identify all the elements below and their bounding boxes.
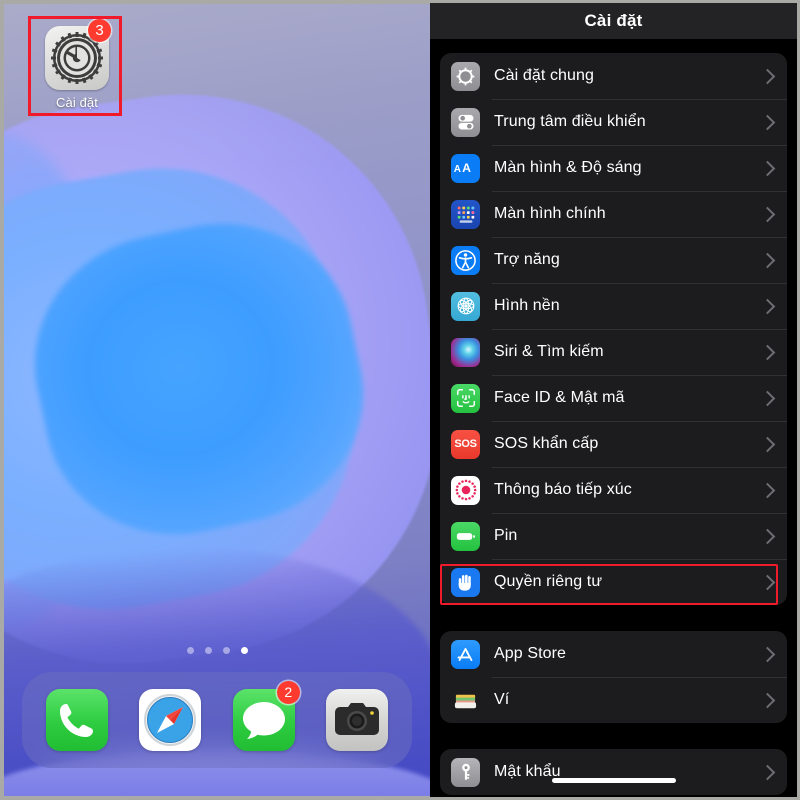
settings-row-label: Pin <box>494 527 518 544</box>
chevron-right-icon <box>759 68 776 84</box>
settings-row-wallpaper[interactable]: Hình nền <box>440 283 787 329</box>
settings-row-label: Ví <box>494 691 510 708</box>
dock: 2 <box>22 672 412 768</box>
chevron-right-icon <box>759 298 776 314</box>
chevron-right-icon <box>759 160 776 176</box>
chevron-right-icon <box>759 692 776 708</box>
app-grid-icon <box>451 199 480 229</box>
flower-icon <box>451 291 480 321</box>
settings-row-label: Màn hình chính <box>494 205 606 222</box>
settings-group-2: App Store Ví <box>440 631 787 723</box>
phone-icon <box>59 704 93 737</box>
settings-row-accessibility[interactable]: Trợ năng <box>440 237 787 283</box>
dock-app-phone[interactable] <box>45 689 108 751</box>
gear-icon <box>451 61 480 91</box>
page-title: Cài đặt <box>584 11 643 30</box>
compass-icon <box>144 694 197 746</box>
settings-row-privacy[interactable]: Quyền riêng tư <box>440 559 787 605</box>
face-id-icon <box>451 383 480 413</box>
camera-icon <box>335 703 380 735</box>
raised-hand-icon <box>451 567 480 597</box>
aa-text-size-icon: AA <box>451 153 480 183</box>
svg-text:A: A <box>453 164 460 175</box>
settings-row-app-store[interactable]: App Store <box>440 631 787 677</box>
page-dot-2[interactable] <box>204 647 212 654</box>
exposure-dot-icon <box>451 475 480 505</box>
settings-row-label: Trợ năng <box>494 251 560 268</box>
settings-row-label: App Store <box>494 645 567 662</box>
home-app-settings[interactable]: 3 Cài đặt <box>37 19 117 110</box>
settings-list[interactable]: Cài đặt chung Trung tâm điều khiển AA Mà… <box>430 39 797 797</box>
settings-row-label: Trung tâm điều khiển <box>494 113 646 130</box>
wallet-icon <box>451 685 480 715</box>
sos-label: SOS <box>454 438 477 450</box>
battery-icon <box>451 521 480 551</box>
app-badge-count: 3 <box>88 19 111 42</box>
settings-row-face-id-passcode[interactable]: Face ID & Mật mã <box>440 375 787 421</box>
dock-app-safari[interactable] <box>139 689 202 751</box>
messages-badge-count: 2 <box>276 681 300 704</box>
settings-nav-bar: Cài đặt <box>430 3 797 39</box>
chevron-right-icon <box>759 206 776 222</box>
settings-group-1: Cài đặt chung Trung tâm điều khiển AA Mà… <box>440 53 787 605</box>
key-icon <box>451 757 480 787</box>
settings-row-battery[interactable]: Pin <box>440 513 787 559</box>
settings-row-display-brightness[interactable]: AA Màn hình & Độ sáng <box>440 145 787 191</box>
chevron-right-icon <box>759 252 776 268</box>
screenshot-root: 3 Cài đặt 2 Cài đặt Cài đặt chung Trung … <box>0 0 800 800</box>
siri-orb-icon <box>451 337 480 367</box>
chevron-right-icon <box>759 390 776 406</box>
dock-app-messages[interactable]: 2 <box>232 681 300 751</box>
settings-row-label: SOS khẩn cấp <box>494 435 599 452</box>
chevron-right-icon <box>759 344 776 360</box>
chevron-right-icon <box>759 114 776 130</box>
chevron-right-icon <box>759 574 776 590</box>
page-dot-4-active[interactable] <box>240 647 248 654</box>
chevron-right-icon <box>759 764 776 780</box>
accessibility-icon <box>451 245 480 275</box>
settings-row-label: Cài đặt chung <box>494 67 595 84</box>
settings-row-label: Thông báo tiếp xúc <box>494 481 632 498</box>
chevron-right-icon <box>759 646 776 662</box>
chevron-right-icon <box>759 528 776 544</box>
page-dot-1[interactable] <box>186 647 194 654</box>
home-indicator[interactable] <box>551 778 676 783</box>
svg-text:A: A <box>462 161 471 175</box>
settings-screen: Cài đặt Cài đặt chung Trung tâm điều khi… <box>430 0 800 800</box>
settings-row-wallet[interactable]: Ví <box>440 677 787 723</box>
page-dot-3[interactable] <box>222 647 230 654</box>
settings-row-passwords[interactable]: Mật khẩu <box>440 749 787 795</box>
settings-row-home-screen[interactable]: Màn hình chính <box>440 191 787 237</box>
dock-app-camera[interactable] <box>326 689 389 751</box>
settings-group-3: Mật khẩu <box>440 749 787 795</box>
settings-row-label: Hình nền <box>494 297 560 314</box>
settings-row-control-center[interactable]: Trung tâm điều khiển <box>440 99 787 145</box>
settings-row-label: Face ID & Mật mã <box>494 389 625 406</box>
chevron-right-icon <box>759 436 776 452</box>
chevron-right-icon <box>759 482 776 498</box>
settings-row-general[interactable]: Cài đặt chung <box>440 53 787 99</box>
toggles-icon <box>451 107 480 137</box>
settings-row-label: Siri & Tìm kiếm <box>494 343 604 360</box>
home-app-label: Cài đặt <box>56 95 98 110</box>
sos-icon: SOS <box>451 429 480 459</box>
settings-row-label: Quyền riêng tư <box>494 573 603 590</box>
iphone-home-screen: 3 Cài đặt 2 <box>0 0 430 800</box>
gear-icon[interactable]: 3 <box>45 19 111 90</box>
settings-row-emergency-sos[interactable]: SOS SOS khẩn cấp <box>440 421 787 467</box>
settings-row-siri-search[interactable]: Siri & Tìm kiếm <box>440 329 787 375</box>
settings-row-exposure-notifications[interactable]: Thông báo tiếp xúc <box>440 467 787 513</box>
settings-row-label: Màn hình & Độ sáng <box>494 159 642 176</box>
app-store-icon <box>451 639 480 669</box>
page-indicator-dots[interactable] <box>4 647 430 654</box>
